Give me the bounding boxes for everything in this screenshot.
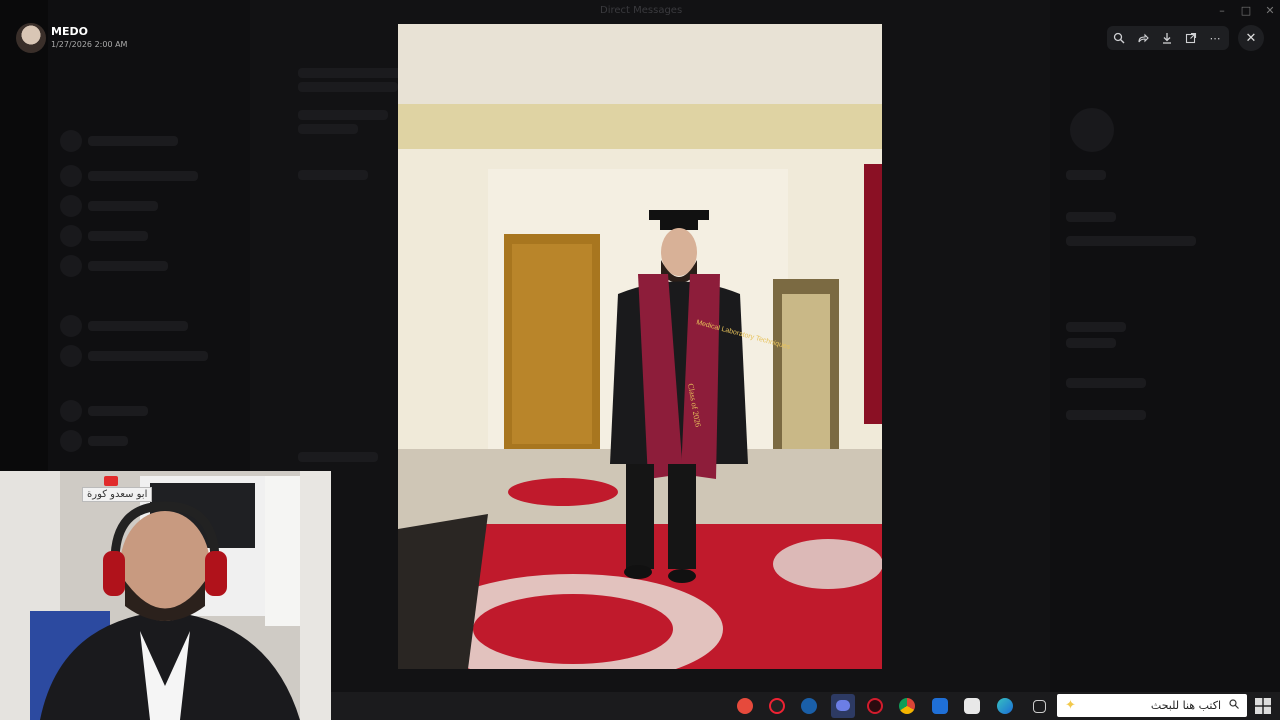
webcam-sign-text: ابو سعدو كورة [82,487,153,502]
close-icon[interactable]: ✕ [1238,25,1264,51]
open-external-icon[interactable] [1179,26,1203,50]
edge-icon[interactable] [997,698,1013,714]
search-input[interactable]: ✦ اكتب هنا للبحث [1057,694,1247,717]
media-toolbar: ⋯ [1107,26,1229,50]
streamer-webcam [0,471,331,720]
avatar[interactable] [16,23,46,53]
zoom-icon[interactable] [1107,26,1131,50]
window-title: Direct Messages [600,5,683,16]
media-viewer-header: MEDO 1/27/2026 2:00 AM [10,20,310,56]
forward-icon[interactable] [1131,26,1155,50]
search-placeholder: اكتب هنا للبحث [1150,699,1221,712]
message-timestamp: 1/27/2026 2:00 AM [51,40,128,49]
sparkle-icon: ✦ [1065,698,1076,713]
profile-panel [1050,0,1280,692]
task-view-icon[interactable] [1033,700,1046,713]
chrome-icon[interactable] [899,698,915,714]
more-icon[interactable]: ⋯ [1203,26,1227,50]
author-name[interactable]: MEDO [51,25,88,38]
download-icon[interactable] [1155,26,1179,50]
windows-start-icon[interactable] [1255,698,1271,714]
mail-icon[interactable] [932,698,948,714]
windows-taskbar: ✦ اكتب هنا للبحث [331,692,1280,720]
app-red-icon[interactable] [867,698,883,714]
store-icon[interactable] [964,698,980,714]
window-close-icon[interactable]: ✕ [1256,2,1280,20]
app-icon[interactable] [769,698,785,714]
attachment-image[interactable]: Medical Laboratory Techniques Class of 2… [398,24,882,669]
recorder-icon[interactable] [737,698,753,714]
search-icon [1229,699,1239,709]
steam-icon[interactable] [801,698,817,714]
discord-icon[interactable] [831,694,855,718]
webcam-overlay: ابو سعدو كورة [0,471,331,720]
graduation-photo: Medical Laboratory Techniques Class of 2… [398,24,882,669]
